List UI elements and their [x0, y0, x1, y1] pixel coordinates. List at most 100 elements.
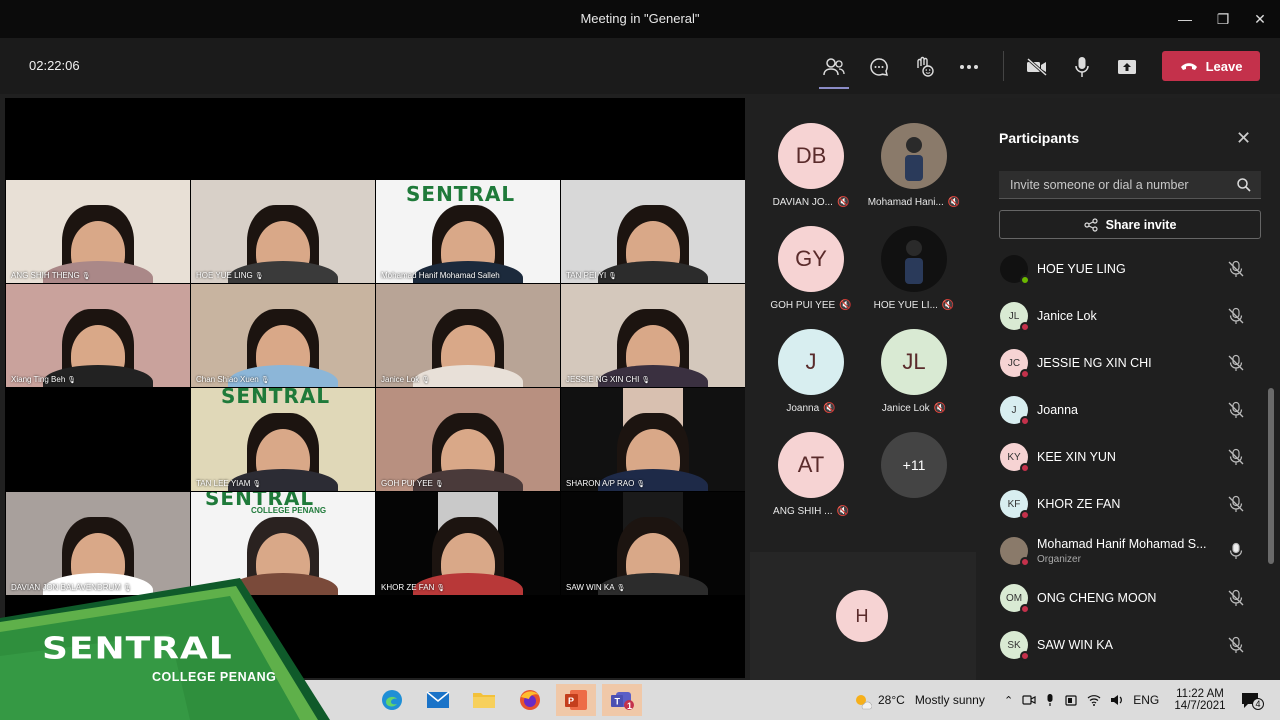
participant-row[interactable]: Mohamad Hanif Mohamad S... Organizer: [999, 532, 1261, 572]
taskbar-powerpoint[interactable]: P: [556, 684, 596, 716]
video-tile[interactable]: HOE YUE LING 🎙: [191, 180, 375, 283]
mic-muted-icon[interactable]: [1227, 636, 1245, 654]
maximize-button[interactable]: ❐: [1212, 8, 1234, 30]
video-tile[interactable]: SENTRAL Mohamad Hanif Mohamad Salleh: [376, 180, 560, 283]
language-indicator[interactable]: ENG: [1133, 693, 1159, 707]
meet-now-icon[interactable]: [1022, 693, 1036, 707]
video-tile[interactable]: GOH PUI YEE 🎙: [376, 388, 560, 491]
video-tile[interactable]: TAN PEI YI 🎙: [561, 180, 745, 283]
tray-microphone-icon[interactable]: [1045, 693, 1055, 707]
video-tile[interactable]: ANG SHIH THENG 🎙: [6, 180, 190, 283]
participant-avatar: [1000, 537, 1030, 567]
volume-icon[interactable]: [1110, 693, 1124, 707]
participant-row[interactable]: KY KEE XIN YUN: [999, 438, 1261, 478]
mic-toggle-button[interactable]: [1067, 52, 1097, 82]
share-invite-button[interactable]: Share invite: [999, 210, 1261, 239]
svg-text:T: T: [615, 697, 621, 707]
participant-row[interactable]: OM ONG CHENG MOON: [999, 579, 1261, 619]
taskbar-edge[interactable]: [372, 684, 412, 716]
leave-button[interactable]: Leave: [1162, 51, 1260, 81]
video-tile[interactable]: JESSIE NG XIN CHI 🎙: [561, 284, 745, 387]
participant-row[interactable]: HOE YUE LING: [999, 250, 1261, 290]
participant-name: KEE XIN YUN: [1037, 450, 1116, 464]
chat-button[interactable]: [864, 52, 894, 82]
battery-icon[interactable]: [1064, 693, 1078, 707]
participant-avatar: SK: [1000, 631, 1030, 661]
meeting-toolbar: 02:22:06 Leave: [0, 38, 1280, 94]
roster-name: GOH PUI YEE 🔇: [761, 300, 861, 311]
participant-row[interactable]: JL Janice Lok: [999, 297, 1261, 337]
participants-scrollbar[interactable]: [1268, 388, 1274, 564]
video-tile[interactable]: SHARON A/P RAO 🎙: [561, 388, 745, 491]
participant-avatar: [1000, 255, 1030, 285]
roster-avatar[interactable]: [881, 226, 947, 292]
video-tile[interactable]: Xiang Ting Beh 🎙: [6, 284, 190, 387]
roster-avatar[interactable]: GY: [778, 226, 844, 292]
clock[interactable]: 11:22 AM 14/7/2021: [1170, 680, 1230, 720]
roster-avatar[interactable]: DB: [778, 123, 844, 189]
video-tile[interactable]: SENTRAL TAN LEE YIAM 🎙: [191, 388, 375, 491]
taskbar-mail[interactable]: [418, 684, 458, 716]
roster-name-text: ANG SHIH ...: [773, 506, 833, 517]
mic-muted-icon[interactable]: [1227, 401, 1245, 419]
weather-widget[interactable]: 28°C Mostly sunny: [852, 680, 985, 720]
mail-icon: [426, 691, 450, 708]
camera-toggle-button[interactable]: [1022, 52, 1052, 82]
chevron-up-icon[interactable]: ⌃: [1004, 694, 1013, 707]
mic-muted-icon[interactable]: [1227, 260, 1245, 278]
roster-name-text: Mohamad Hani...: [867, 197, 944, 208]
roster-avatar[interactable]: AT: [778, 432, 844, 498]
wifi-icon[interactable]: [1087, 694, 1101, 706]
roster-name: Mohamad Hani... 🔇: [864, 197, 964, 208]
participant-initials: SK: [1007, 639, 1021, 651]
self-video-preview[interactable]: H: [750, 552, 976, 680]
svg-text:P: P: [568, 696, 574, 706]
mic-muted-icon[interactable]: [1227, 448, 1245, 466]
tile-brand-subtitle: COLLEGE PENANG: [251, 506, 327, 515]
participant-name: SAW WIN KA: [566, 583, 615, 592]
raise-hand-button[interactable]: [909, 52, 939, 82]
microphone-icon[interactable]: [1227, 542, 1245, 560]
video-tile[interactable]: SAW WIN KA 🎙: [561, 492, 745, 595]
video-tile[interactable]: Janice Lok 🎙: [376, 284, 560, 387]
profile-photo-icon: [905, 240, 923, 284]
minimize-button[interactable]: —: [1174, 8, 1196, 30]
participant-name: Janice Lok: [381, 375, 420, 384]
video-tile[interactable]: KHOR ZE FAN 🎙: [376, 492, 560, 595]
participant-avatar: JC: [1000, 349, 1030, 379]
close-window-button[interactable]: ✕: [1249, 8, 1271, 30]
participants-title: Participants: [999, 130, 1080, 146]
participant-name: Xiang Ting Beh: [11, 375, 66, 384]
show-participants-button[interactable]: [819, 52, 849, 89]
more-participants-button[interactable]: +11: [881, 432, 947, 498]
mic-muted-icon[interactable]: [1227, 495, 1245, 513]
mic-muted-icon: 🔇: [823, 403, 836, 414]
mic-muted-icon[interactable]: [1227, 354, 1245, 372]
more-actions-button[interactable]: [954, 52, 984, 82]
participant-row[interactable]: JC JESSIE NG XIN CHI: [999, 344, 1261, 384]
roster-avatar[interactable]: J: [778, 329, 844, 395]
video-tile-name: SAW WIN KA 🎙: [566, 583, 625, 592]
roster-avatar[interactable]: [881, 123, 947, 189]
mic-muted-icon: 🎙: [254, 273, 264, 280]
participant-name: KHOR ZE FAN: [1037, 497, 1121, 511]
taskbar-firefox[interactable]: [510, 684, 550, 716]
hang-up-icon: [1180, 63, 1197, 70]
taskbar-teams[interactable]: T 1: [602, 684, 642, 716]
roster-name: DAVIAN JO... 🔇: [761, 197, 861, 208]
weather-temp: 28°C: [878, 693, 905, 707]
close-panel-button[interactable]: ✕: [1236, 128, 1251, 149]
participant-row[interactable]: SK SAW WIN KA: [999, 626, 1261, 666]
taskbar-file-explorer[interactable]: [464, 684, 504, 716]
video-tile-name: GOH PUI YEE 🎙: [381, 479, 444, 488]
mic-muted-icon[interactable]: [1227, 589, 1245, 607]
notification-center-button[interactable]: 4: [1240, 680, 1264, 720]
roster-avatar[interactable]: JL: [881, 329, 947, 395]
participant-row[interactable]: KF KHOR ZE FAN: [999, 485, 1261, 525]
video-tile[interactable]: Chan Shiao Xuen 🎙: [191, 284, 375, 387]
share-screen-button[interactable]: [1112, 52, 1142, 82]
participant-row[interactable]: J Joanna: [999, 391, 1261, 431]
firefox-icon: [520, 690, 540, 710]
invite-input[interactable]: [999, 171, 1261, 199]
mic-muted-icon[interactable]: [1227, 307, 1245, 325]
